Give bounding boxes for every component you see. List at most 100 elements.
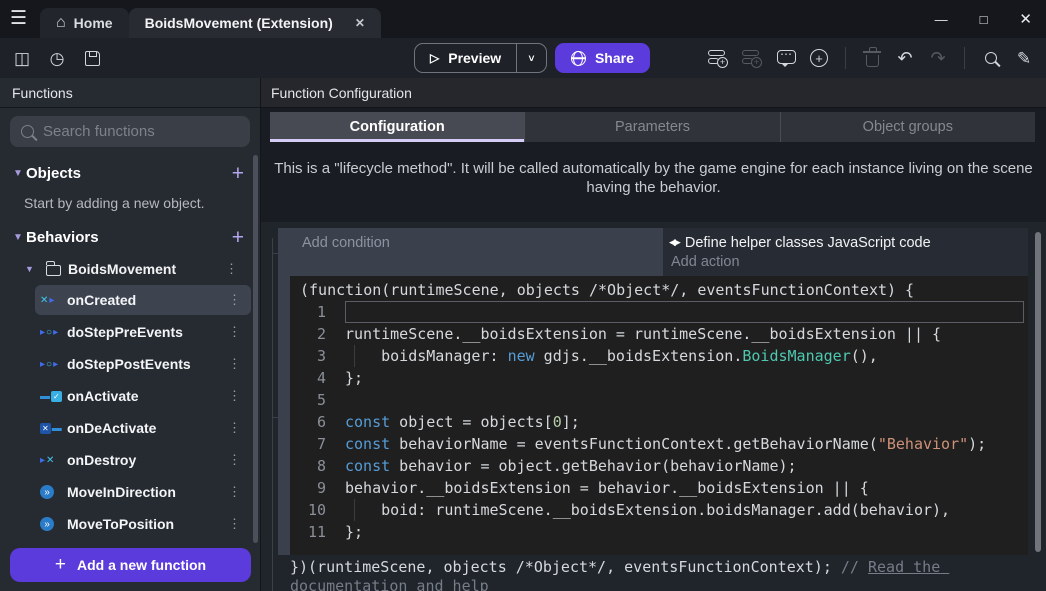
chevron-down-icon[interactable]: ∨: [517, 52, 546, 63]
add-circle-icon[interactable]: +: [809, 49, 829, 67]
chevron-down-icon[interactable]: ▼: [13, 168, 26, 179]
line-code: const object = objects[0];: [336, 411, 580, 433]
function-item-MoveInDirection[interactable]: »MoveInDirection⋮: [35, 477, 251, 507]
lifecycle-description: This is a "lifecycle method". It will be…: [273, 159, 1035, 197]
tab-object-groups[interactable]: Object groups: [781, 112, 1035, 142]
js-event-title: Define helper classes JavaScript code: [685, 235, 931, 251]
line-code: const behavior = object.getBehavior(beha…: [336, 455, 797, 477]
chevron-down-icon[interactable]: ▼: [25, 264, 39, 274]
item-menu-button[interactable]: ⋮: [228, 356, 241, 372]
function-item-MoveToPosition[interactable]: »MoveToPosition ⋮: [35, 509, 251, 539]
add-event-icon[interactable]: +: [708, 49, 729, 67]
search-functions-box[interactable]: [10, 116, 250, 147]
item-menu-button[interactable]: ⋮: [228, 292, 241, 308]
line-number: 8: [290, 455, 336, 477]
function-item-label: onCreated: [67, 292, 136, 308]
events-scrollbar[interactable]: [1035, 232, 1041, 552]
sidebar-scrollbar[interactable]: [253, 155, 258, 543]
step-post-events-icon: ▸○▸: [40, 359, 67, 370]
toolbar-divider: [845, 47, 846, 69]
preview-button-label: Preview: [448, 50, 501, 66]
code-line-3[interactable]: 3 boidsManager: new gdjs.__boidsExtensio…: [290, 345, 1028, 367]
project-manager-icon[interactable]: ◫: [12, 50, 32, 67]
add-behavior-button[interactable]: +: [232, 227, 244, 248]
item-menu-button[interactable]: ⋮: [228, 452, 241, 468]
line-code: runtimeScene.__boidsExtension = runtimeS…: [336, 323, 941, 345]
line-number: 9: [290, 477, 336, 499]
save-icon[interactable]: [82, 51, 102, 66]
preview-button[interactable]: ▷ Preview ∨: [414, 43, 547, 73]
code-line-4[interactable]: 4};: [290, 367, 1028, 389]
line-number: 6: [290, 411, 336, 433]
add-new-function-button[interactable]: + Add a new function: [10, 548, 251, 582]
line-number: 10: [290, 499, 336, 521]
function-item-onDestroy[interactable]: ▸✕onDestroy⋮: [35, 445, 251, 475]
maximize-button[interactable]: □: [980, 12, 988, 27]
item-menu-button[interactable]: ⋮: [228, 420, 241, 436]
function-item-onDeActivate[interactable]: ✕▬onDeActivate⋮: [35, 413, 251, 443]
tab-home-label: Home: [74, 15, 113, 31]
add-subevent-icon[interactable]: +: [742, 49, 763, 67]
code-line-5[interactable]: 5: [290, 389, 1028, 411]
tab-extension-label: BoidsMovement (Extension): [145, 15, 333, 31]
objects-section-header[interactable]: ▼ Objects +: [0, 160, 260, 187]
event-header-row: Add condition ◀▶ Define helper classes J…: [290, 228, 1028, 276]
tab-boidsmovement-extension[interactable]: BoidsMovement (Extension) ✕: [129, 8, 381, 38]
edit-extension-icon[interactable]: ✎: [1014, 50, 1034, 67]
add-object-button[interactable]: +: [232, 163, 244, 184]
js-code-editor[interactable]: (function(runtimeScene, objects /*Object…: [290, 276, 1028, 555]
code-line-8[interactable]: 8const behavior = object.getBehavior(beh…: [290, 455, 1028, 477]
lifecycle-created-icon: ✕▸: [40, 295, 67, 306]
close-window-button[interactable]: ✕: [1019, 10, 1032, 28]
tab-home[interactable]: ⌂ Home: [40, 8, 129, 38]
line-code: boid: runtimeScene.__boidsExtension.boid…: [336, 499, 950, 521]
trash-icon[interactable]: [862, 49, 882, 67]
code-line-9[interactable]: 9behavior.__boidsExtension = behavior.__…: [290, 477, 1028, 499]
item-menu-button[interactable]: ⋮: [228, 388, 241, 404]
function-item-onCreated[interactable]: ✕▸onCreated ⋮: [35, 285, 251, 315]
code-line-7[interactable]: 7const behaviorName = eventsFunctionCont…: [290, 433, 1028, 455]
js-event-title-row: ◀▶ Define helper classes JavaScript code: [669, 232, 1028, 253]
code-line-2[interactable]: 2runtimeScene.__boidsExtension = runtime…: [290, 323, 1028, 345]
item-menu-button[interactable]: ⋮: [228, 484, 241, 500]
events-sheet: Add condition ◀▶ Define helper classes J…: [261, 222, 1046, 591]
code-line-11[interactable]: 11};: [290, 521, 1028, 543]
behavior-group-row[interactable]: ▼ BoidsMovement ⋮: [0, 255, 260, 283]
search-icon[interactable]: [981, 52, 1001, 64]
function-item-onActivate[interactable]: ▬✓onActivate⋮: [35, 381, 251, 411]
add-action-button[interactable]: Add action: [669, 254, 1028, 270]
function-item-doStepPreEvents[interactable]: ▸○▸doStepPreEvents⋮: [35, 317, 251, 347]
item-menu-button[interactable]: ⋮: [228, 324, 241, 340]
line-code: const behaviorName = eventsFunctionConte…: [336, 433, 986, 455]
item-menu-button[interactable]: ⋮: [228, 516, 241, 532]
js-code-icon: ◀▶: [669, 237, 679, 248]
code-line-1[interactable]: 1: [290, 301, 1028, 323]
comment-icon[interactable]: [776, 52, 796, 64]
function-item-label: MoveToPosition: [67, 516, 174, 532]
search-icon: [21, 125, 34, 138]
redo-icon[interactable]: ↷: [928, 49, 948, 67]
undo-icon[interactable]: ↶: [895, 49, 915, 67]
tab-parameters[interactable]: Parameters: [525, 112, 780, 142]
minimize-button[interactable]: —: [935, 12, 948, 27]
search-functions-input[interactable]: [43, 123, 242, 140]
history-icon[interactable]: ◷: [47, 50, 67, 67]
share-button-label: Share: [595, 50, 634, 66]
tab-configuration[interactable]: Configuration: [270, 112, 525, 142]
event-drag-handle[interactable]: [278, 228, 290, 555]
close-tab-icon[interactable]: ✕: [355, 16, 365, 30]
code-line-6[interactable]: 6const object = objects[0];: [290, 411, 1028, 433]
behaviors-section-header[interactable]: ▼ Behaviors +: [0, 224, 260, 251]
add-circle-glyph: +: [810, 49, 828, 67]
code-line-10[interactable]: 10 boid: runtimeScene.__boidsExtension.b…: [290, 499, 1028, 521]
function-item-doStepPostEvents[interactable]: ▸○▸doStepPostEvents⋮: [35, 349, 251, 379]
add-condition-button[interactable]: Add condition: [290, 228, 663, 276]
function-item-label: MoveInDirection: [67, 484, 176, 500]
share-button[interactable]: Share: [555, 43, 650, 73]
destroy-icon: ▸✕: [40, 455, 67, 466]
save-icon-glyph: [85, 51, 100, 66]
menu-hamburger-icon[interactable]: ☰: [10, 7, 27, 30]
group-menu-button[interactable]: ⋮: [225, 261, 238, 277]
chevron-down-icon[interactable]: ▼: [13, 232, 26, 243]
behavior-action-icon: »: [40, 517, 67, 531]
